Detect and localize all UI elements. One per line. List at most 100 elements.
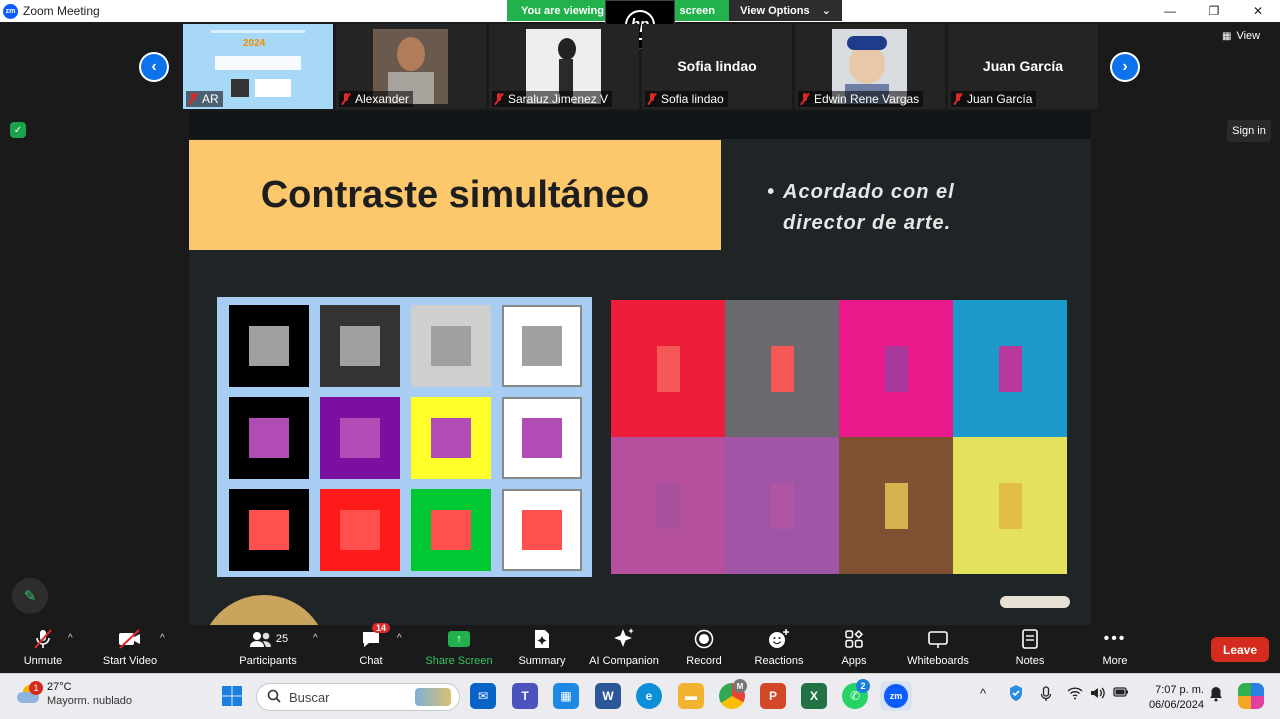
muted-mic-icon [494, 93, 504, 105]
close-button[interactable]: ✕ [1236, 0, 1280, 22]
contrast-inner-bar [998, 482, 1022, 529]
volume-icon[interactable] [1090, 686, 1106, 703]
leave-button[interactable]: Leave [1211, 637, 1269, 662]
notes-button[interactable]: Notes [1010, 625, 1050, 673]
zoom-app-icon: zm [884, 684, 908, 708]
participant-name: Saraluz Jimenez V [492, 91, 613, 107]
participant-tile-alexander[interactable]: Alexander [336, 24, 486, 109]
weather-widget[interactable]: 1 27°C Mayorm. nublado [15, 680, 132, 708]
wifi-icon[interactable] [1067, 686, 1083, 703]
view-layout-button[interactable]: ▦ View [1222, 30, 1260, 42]
participant-display-name: Juan García [982, 58, 1064, 74]
whiteboards-button[interactable]: Whiteboards [902, 625, 974, 673]
store-app-icon[interactable]: ▦ [553, 683, 579, 709]
file-explorer-icon[interactable]: ▬ [678, 683, 704, 709]
notification-bell-icon[interactable] [1209, 686, 1223, 705]
decorative-pill [1000, 596, 1070, 608]
video-options-caret[interactable]: ^ [160, 633, 165, 644]
bullet-line-1: Acordado con el [783, 181, 955, 203]
participant-name: Edwin Rene Vargas [798, 91, 924, 107]
chevron-down-icon: ⌄ [821, 5, 831, 17]
chrome-app-icon[interactable]: M [719, 679, 747, 709]
contrast-square-cell [229, 489, 309, 571]
bullet-line-2: director de arte. [783, 212, 952, 234]
decorative-circle [200, 595, 328, 625]
slide-top-band [189, 111, 1091, 139]
video-off-icon [117, 625, 143, 653]
contrast-inner-bar [656, 482, 680, 529]
contrast-bar-cell [839, 300, 953, 437]
excel-app-icon[interactable]: X [801, 683, 827, 709]
contrast-square-cell [320, 305, 400, 387]
muted-mic-icon [647, 93, 657, 105]
ai-companion-button[interactable]: AI Companion [584, 625, 664, 673]
muted-mic-icon [953, 93, 963, 105]
maximize-button[interactable]: ❐ [1192, 0, 1236, 22]
audio-options-caret[interactable]: ^ [68, 633, 73, 644]
clock-time: 7:07 p. m. [1155, 684, 1204, 696]
participant-name-text: Saraluz Jimenez V [508, 92, 609, 106]
summary-button[interactable]: Summary [514, 625, 570, 673]
contrast-bar-cell [611, 437, 725, 574]
contrast-inner-square [249, 326, 289, 366]
contrast-square-cell [229, 305, 309, 387]
muted-mic-icon [188, 93, 198, 105]
whatsapp-app-icon[interactable]: ✆ 2 [842, 679, 870, 709]
windows-start-icon[interactable] [219, 683, 245, 709]
participant-name: Alexander [339, 91, 414, 107]
share-screen-button[interactable]: ↑ Share Screen [424, 625, 494, 673]
participants-options-caret[interactable]: ^ [313, 633, 318, 644]
participant-display-name: Sofia lindao [677, 58, 757, 74]
chat-options-caret[interactable]: ^ [397, 633, 402, 644]
gallery-prev-button[interactable]: ‹ [139, 52, 169, 82]
contrast-inner-bar [656, 345, 680, 392]
tray-overflow-icon[interactable]: ^ [980, 686, 986, 701]
zoom-taskbar-button[interactable]: zm [880, 681, 912, 711]
sign-in-button[interactable]: Sign in [1227, 120, 1271, 142]
participant-tile-ar[interactable]: 2024 AR [183, 24, 333, 109]
participant-tile-juan[interactable]: Juan García Juan García [948, 24, 1098, 109]
unmute-label: Unmute [23, 655, 63, 667]
contrast-grid-squares [217, 297, 592, 577]
zoom-logo-icon: zm [3, 3, 18, 19]
taskbar-search[interactable]: Buscar [256, 683, 460, 711]
copilot-app-icon[interactable] [1238, 683, 1264, 709]
contrast-inner-square [249, 418, 289, 458]
contrast-square-cell [411, 397, 491, 479]
participants-button[interactable]: 25 Participants [236, 625, 300, 673]
more-button[interactable]: ••• More [1096, 625, 1134, 673]
powerpoint-app-icon[interactable]: P [760, 683, 786, 709]
record-button[interactable]: Record [682, 625, 726, 673]
edge-app-icon[interactable]: e [636, 683, 662, 709]
mail-app-icon[interactable]: ✉ [470, 683, 496, 709]
battery-icon[interactable] [1113, 686, 1129, 701]
apps-button[interactable]: Apps [836, 625, 872, 673]
teams-app-icon[interactable]: T [512, 683, 538, 709]
annotate-pencil-icon[interactable]: ✎ [12, 578, 48, 614]
share-screen-label: Share Screen [425, 655, 493, 667]
smiley-plus-icon [767, 625, 791, 653]
view-options-button[interactable]: View Options ⌄ [729, 0, 842, 21]
participant-tile-saraluz[interactable]: Saraluz Jimenez V [489, 24, 639, 109]
gallery-next-button[interactable]: › [1110, 52, 1140, 82]
apps-icon [844, 625, 864, 653]
reactions-button[interactable]: Reactions [752, 625, 806, 673]
start-video-button[interactable]: Start Video [100, 625, 160, 673]
minimize-button[interactable]: — [1148, 0, 1192, 22]
start-video-label: Start Video [102, 655, 158, 667]
viewing-text-left: You are viewing [521, 4, 604, 17]
microphone-tray-icon[interactable] [1040, 686, 1052, 705]
security-shield-icon[interactable]: ✓ [10, 122, 26, 138]
participant-tile-sofia[interactable]: Sofia lindao Sofia lindao [642, 24, 792, 109]
thumb-year: 2024 [243, 38, 266, 49]
security-tray-icon[interactable] [1008, 684, 1024, 705]
search-highlight-icon [415, 688, 451, 706]
participant-name-text: Alexander [355, 92, 410, 106]
unmute-button[interactable]: Unmute [20, 625, 66, 673]
participant-tile-edwin[interactable]: Edwin Rene Vargas [795, 24, 945, 109]
chat-button[interactable]: 14 Chat [354, 623, 391, 673]
taskbar-clock[interactable]: 7:07 p. m. 06/06/2024 [1142, 683, 1204, 713]
word-app-icon[interactable]: W [595, 683, 621, 709]
participant-name-text: Edwin Rene Vargas [814, 92, 920, 106]
participants-icon: 25 [248, 625, 288, 653]
